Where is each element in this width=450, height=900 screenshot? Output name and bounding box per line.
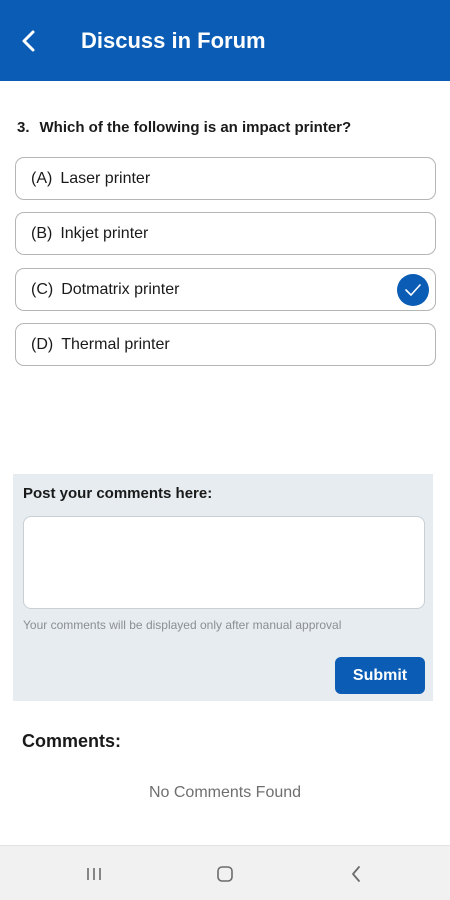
question-label: Which of the following is an impact prin… bbox=[39, 119, 352, 136]
approval-note: Your comments will be displayed only aft… bbox=[23, 618, 342, 632]
option-d[interactable]: (D) Thermal printer bbox=[15, 323, 436, 366]
comment-input[interactable] bbox=[23, 516, 425, 609]
option-label: Thermal printer bbox=[61, 335, 170, 353]
system-nav-bar bbox=[0, 845, 450, 900]
comments-heading: Comments: bbox=[22, 731, 122, 751]
home-icon bbox=[217, 866, 233, 882]
recent-apps-button[interactable] bbox=[80, 860, 108, 888]
chevron-left-icon bbox=[22, 30, 35, 52]
option-label: Dotmatrix printer bbox=[61, 280, 180, 298]
empty-comments-text: No Comments Found bbox=[148, 784, 302, 801]
back-icon bbox=[352, 866, 360, 882]
option-label: Inkjet printer bbox=[60, 224, 149, 242]
question-number: 3. bbox=[17, 119, 30, 136]
option-letter: (B) bbox=[31, 224, 53, 242]
submit-button[interactable]: Submit bbox=[335, 657, 425, 694]
option-letter: (D) bbox=[31, 335, 54, 353]
option-letter: (C) bbox=[31, 280, 54, 298]
nav-back-button[interactable] bbox=[342, 860, 370, 888]
question-text: 3. Which of the following is an impact pr… bbox=[17, 117, 437, 139]
app-bar: Discuss in Forum bbox=[0, 0, 450, 81]
checkmark-icon bbox=[397, 274, 429, 306]
option-a[interactable]: (A) Laser printer bbox=[15, 157, 436, 200]
comment-panel: Post your comments here: Your comments w… bbox=[13, 474, 433, 701]
option-c[interactable]: (C) Dotmatrix printer bbox=[15, 268, 436, 311]
option-letter: (A) bbox=[31, 169, 53, 187]
home-button[interactable] bbox=[211, 860, 239, 888]
option-b[interactable]: (B) Inkjet printer bbox=[15, 212, 436, 255]
option-label: Laser printer bbox=[60, 169, 151, 187]
comment-label: Post your comments here: bbox=[23, 485, 213, 502]
recent-apps-icon bbox=[87, 868, 101, 880]
back-button[interactable] bbox=[14, 26, 44, 56]
page-title: Discuss in Forum bbox=[81, 28, 266, 53]
